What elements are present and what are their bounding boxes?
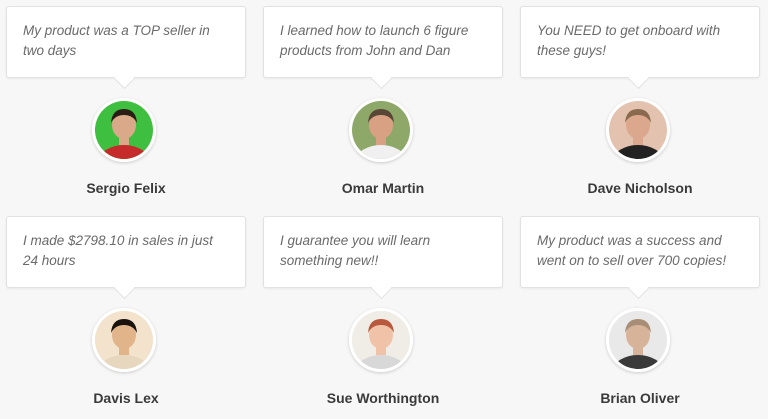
testimonial-name: Brian Oliver <box>600 390 680 406</box>
testimonial-quote: I made $2798.10 in sales in just 24 hour… <box>23 233 213 268</box>
testimonial-name: Davis Lex <box>93 390 159 406</box>
testimonial-card: I learned how to launch 6 figure product… <box>263 6 503 196</box>
avatar <box>92 308 156 372</box>
testimonial-quote: You NEED to get onboard with these guys! <box>537 23 721 58</box>
avatar <box>349 308 413 372</box>
person-portrait-icon <box>95 101 153 159</box>
testimonial-card: My product was a success and went on to … <box>520 216 760 406</box>
testimonial-quote: My product was a TOP seller in two days <box>23 23 210 58</box>
person-portrait-icon <box>95 311 153 369</box>
testimonial-quote: I guarantee you will learn something new… <box>280 233 431 268</box>
testimonial-quote: I learned how to launch 6 figure product… <box>280 23 469 58</box>
testimonial-name: Omar Martin <box>341 180 425 196</box>
testimonial-name: Dave Nicholson <box>587 180 693 196</box>
testimonial-card: My product was a TOP seller in two days … <box>6 6 246 196</box>
testimonial-name: Sue Worthington <box>326 390 440 406</box>
avatar <box>349 98 413 162</box>
avatar <box>92 98 156 162</box>
avatar <box>606 308 670 372</box>
testimonial-card: You NEED to get onboard with these guys!… <box>520 6 760 196</box>
testimonial-card: I guarantee you will learn something new… <box>263 216 503 406</box>
person-portrait-icon <box>609 311 667 369</box>
testimonial-quote-bubble: I made $2798.10 in sales in just 24 hour… <box>6 216 246 288</box>
person-portrait-icon <box>352 101 410 159</box>
testimonial-quote-bubble: You NEED to get onboard with these guys! <box>520 6 760 78</box>
testimonial-quote-bubble: My product was a success and went on to … <box>520 216 760 288</box>
testimonial-quote: My product was a success and went on to … <box>537 233 727 268</box>
testimonials-grid: My product was a TOP seller in two days … <box>0 0 768 419</box>
testimonial-quote-bubble: My product was a TOP seller in two days <box>6 6 246 78</box>
person-portrait-icon <box>609 101 667 159</box>
testimonial-name: Sergio Felix <box>86 180 166 196</box>
testimonial-quote-bubble: I learned how to launch 6 figure product… <box>263 6 503 78</box>
testimonial-quote-bubble: I guarantee you will learn something new… <box>263 216 503 288</box>
avatar <box>606 98 670 162</box>
person-portrait-icon <box>352 311 410 369</box>
testimonial-card: I made $2798.10 in sales in just 24 hour… <box>6 216 246 406</box>
